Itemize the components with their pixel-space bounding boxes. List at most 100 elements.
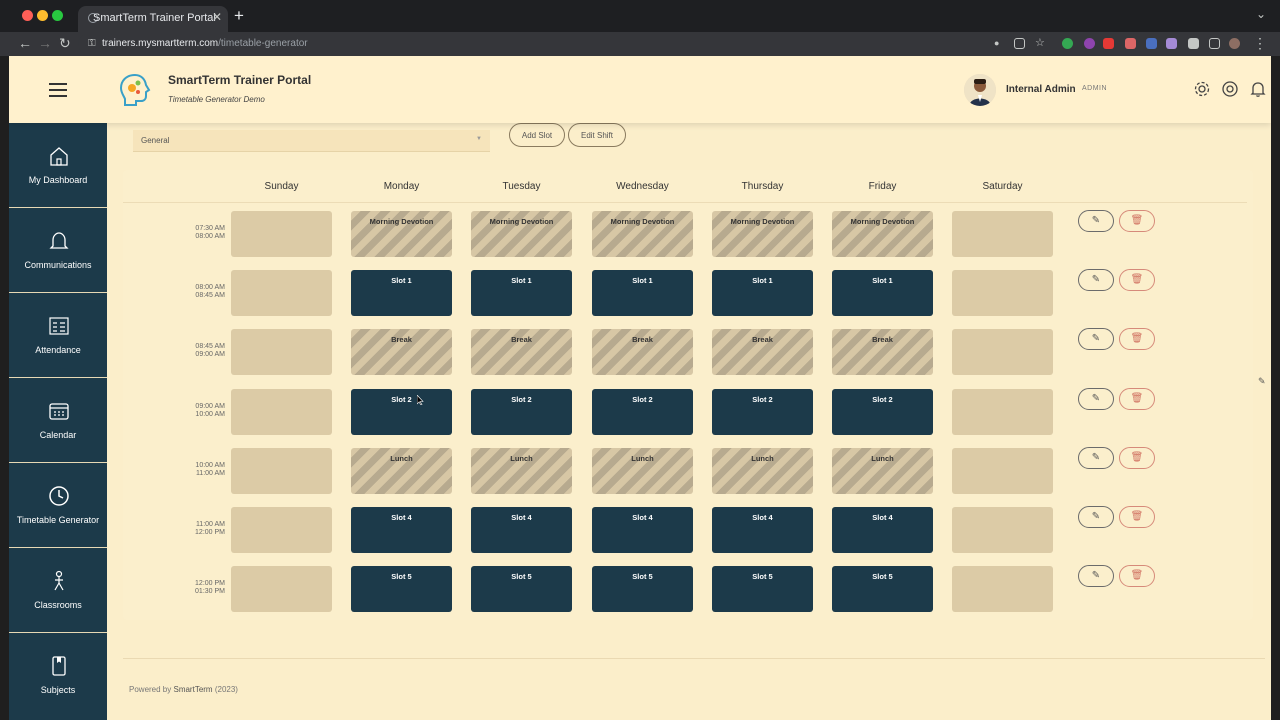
browser-tab[interactable]: SmartTerm Trainer Portal ✕ <box>78 6 228 32</box>
tab-search-chevron-icon[interactable]: ⌄ <box>1256 7 1266 21</box>
extensions-puzzle-icon[interactable] <box>1188 38 1199 49</box>
break-cell[interactable]: Break <box>351 329 452 376</box>
edit-row-button[interactable]: ✎ <box>1078 387 1114 410</box>
shift-select[interactable]: General ▼ <box>133 130 490 152</box>
extension-blue-icon[interactable] <box>1146 38 1157 49</box>
delete-row-button[interactable]: 🗑 <box>1119 328 1155 351</box>
empty-cell[interactable] <box>231 270 332 317</box>
new-tab-icon[interactable]: + <box>234 6 244 26</box>
extension-purple-icon[interactable] <box>1084 38 1095 49</box>
edit-row-button[interactable]: ✎ <box>1078 565 1114 588</box>
slot-cell[interactable]: Slot 1 <box>592 270 693 317</box>
bookmark-star-icon[interactable]: ☆ <box>1035 36 1046 49</box>
extension-pink-icon[interactable] <box>1125 38 1136 49</box>
empty-cell[interactable] <box>231 211 332 257</box>
slot-cell[interactable]: Slot 5 <box>712 566 813 613</box>
delete-row-button[interactable]: 🗑 <box>1119 446 1155 469</box>
sidebar-item-calendar[interactable]: Calendar <box>9 378 107 463</box>
slot-cell[interactable]: Slot 4 <box>592 507 693 553</box>
sidebar-item-dashboard[interactable]: My Dashboard <box>9 123 107 208</box>
tab-close-icon[interactable]: ✕ <box>212 10 222 24</box>
break-cell[interactable]: Lunch <box>592 447 693 494</box>
delete-row-button[interactable]: 🗑 <box>1119 269 1155 292</box>
slot-cell[interactable]: Slot 2 <box>471 388 572 435</box>
break-cell[interactable]: Lunch <box>351 447 452 494</box>
slot-cell[interactable]: Slot 1 <box>471 270 572 317</box>
slot-cell[interactable]: Slot 5 <box>832 566 933 613</box>
edit-shift-button[interactable]: Edit Shift <box>568 123 626 147</box>
edit-row-button[interactable]: ✎ <box>1078 506 1114 528</box>
sidebar-item-attendance[interactable]: Attendance <box>9 293 107 378</box>
location-icon[interactable]: ● <box>994 38 1005 49</box>
slot-cell[interactable]: Slot 2 <box>712 388 813 435</box>
extension-lavender-icon[interactable] <box>1166 38 1177 49</box>
notifications-bell-icon[interactable] <box>1249 80 1267 98</box>
break-cell[interactable]: Break <box>712 329 813 376</box>
side-panel-icon[interactable] <box>1209 38 1220 49</box>
empty-cell[interactable] <box>952 507 1053 553</box>
slot-cell[interactable]: Slot 2 <box>832 388 933 435</box>
break-cell[interactable]: Morning Devotion <box>351 211 452 257</box>
delete-row-button[interactable]: 🗑 <box>1119 565 1155 588</box>
avatar[interactable] <box>964 74 996 106</box>
window-close-button[interactable] <box>22 10 33 21</box>
delete-row-button[interactable]: 🗑 <box>1119 506 1155 528</box>
break-cell[interactable]: Morning Devotion <box>712 211 813 257</box>
extension-green-icon[interactable] <box>1062 38 1073 49</box>
sidebar-item-subjects[interactable]: Subjects <box>9 633 107 718</box>
break-cell[interactable]: Break <box>592 329 693 376</box>
slot-cell[interactable]: Slot 1 <box>832 270 933 317</box>
user-name[interactable]: Internal Admin <box>1006 84 1076 95</box>
window-maximize-button[interactable] <box>52 10 63 21</box>
empty-cell[interactable] <box>231 329 332 376</box>
edit-row-button[interactable]: ✎ <box>1078 210 1114 232</box>
browser-menu-icon[interactable]: ⋮ <box>1253 35 1267 52</box>
pin-tab-icon[interactable]: ✎ <box>1258 376 1271 396</box>
profile-icon[interactable] <box>1229 38 1240 49</box>
slot-cell[interactable]: Slot 1 <box>712 270 813 317</box>
empty-cell[interactable] <box>952 388 1053 435</box>
slot-cell[interactable]: Slot 4 <box>832 507 933 553</box>
footer-brand[interactable]: SmartTerm <box>173 685 212 694</box>
slot-cell[interactable]: Slot 4 <box>351 507 452 553</box>
empty-cell[interactable] <box>231 447 332 494</box>
slot-cell[interactable]: Slot 2 <box>592 388 693 435</box>
empty-cell[interactable] <box>952 211 1053 257</box>
slot-cell[interactable]: Slot 5 <box>351 566 452 613</box>
share-icon[interactable] <box>1014 38 1025 49</box>
slot-cell[interactable]: Slot 4 <box>471 507 572 553</box>
sidebar-item-timetable-generator[interactable]: Timetable Generator <box>9 463 107 548</box>
empty-cell[interactable] <box>952 329 1053 376</box>
edit-row-button[interactable]: ✎ <box>1078 446 1114 469</box>
edit-row-button[interactable]: ✎ <box>1078 269 1114 292</box>
break-cell[interactable]: Break <box>832 329 933 376</box>
back-icon[interactable]: ← <box>18 35 32 51</box>
add-slot-button[interactable]: Add Slot <box>509 123 565 147</box>
break-cell[interactable]: Morning Devotion <box>592 211 693 257</box>
edit-row-button[interactable]: ✎ <box>1078 328 1114 351</box>
settings-gear-icon[interactable] <box>1193 80 1211 98</box>
sidebar-item-classrooms[interactable]: Classrooms <box>9 548 107 633</box>
slot-cell[interactable]: Slot 1 <box>351 270 452 317</box>
empty-cell[interactable] <box>952 270 1053 317</box>
empty-cell[interactable] <box>952 566 1053 613</box>
empty-cell[interactable] <box>231 566 332 613</box>
window-minimize-button[interactable] <box>37 10 48 21</box>
help-lifebuoy-icon[interactable] <box>1221 80 1239 98</box>
slot-cell[interactable]: Slot 5 <box>592 566 693 613</box>
empty-cell[interactable] <box>231 507 332 553</box>
break-cell[interactable]: Morning Devotion <box>471 211 572 257</box>
url-field[interactable]: ⚿ trainers.mysmartterm.com/timetable-gen… <box>78 34 1258 54</box>
sidebar-item-communications[interactable]: Communications <box>9 208 107 293</box>
extension-red-icon[interactable] <box>1103 38 1114 49</box>
delete-row-button[interactable]: 🗑 <box>1119 210 1155 232</box>
slot-cell[interactable]: Slot 2 <box>351 388 452 435</box>
empty-cell[interactable] <box>952 447 1053 494</box>
break-cell[interactable]: Lunch <box>471 447 572 494</box>
forward-icon[interactable]: → <box>38 35 52 51</box>
slot-cell[interactable]: Slot 5 <box>471 566 572 613</box>
break-cell[interactable]: Lunch <box>712 447 813 494</box>
break-cell[interactable]: Break <box>471 329 572 376</box>
break-cell[interactable]: Morning Devotion <box>832 211 933 257</box>
empty-cell[interactable] <box>231 388 332 435</box>
